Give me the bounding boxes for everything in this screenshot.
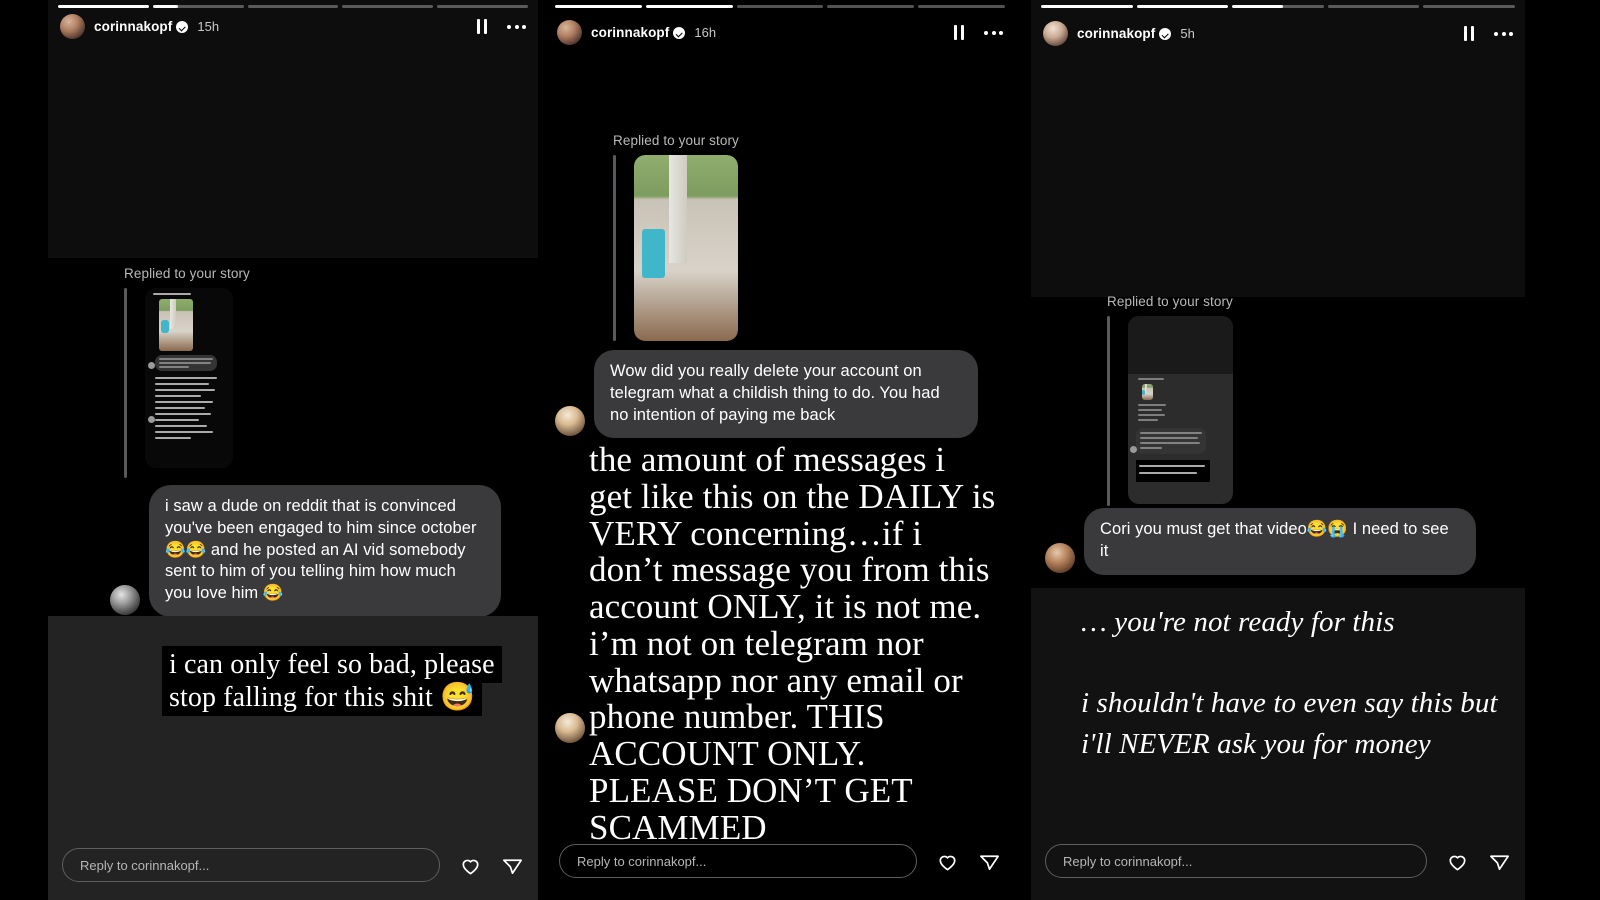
- incoming-message-row: Wow did you really delete your account o…: [555, 350, 1003, 439]
- username-label[interactable]: corinnakopf: [591, 25, 669, 40]
- caption-line-2: i shouldn't have to even say this but i'…: [1081, 687, 1498, 760]
- incoming-message-row: Cori you must get that video😂😭 I need to…: [1045, 508, 1511, 575]
- quoted-story-thumbnail[interactable]: [144, 288, 233, 468]
- progress-segment[interactable]: [1136, 5, 1229, 8]
- quoted-story-thumbnail[interactable]: [633, 155, 738, 341]
- timestamp-label: 5h: [1180, 26, 1195, 41]
- more-options-icon[interactable]: [507, 24, 526, 29]
- caption-text: i can only feel so bad, please stop fall…: [162, 646, 502, 717]
- pause-icon[interactable]: [476, 19, 487, 34]
- story-caption: i can only feel so bad, please stop fall…: [162, 646, 534, 717]
- story-progress-bars[interactable]: [1041, 5, 1515, 8]
- progress-segment[interactable]: [555, 5, 642, 8]
- timestamp-label: 16h: [694, 25, 717, 40]
- quoted-story-content: [144, 288, 233, 468]
- progress-segment[interactable]: [58, 5, 149, 8]
- reply-input[interactable]: [62, 848, 440, 882]
- quoted-story-thumbnail[interactable]: [1127, 316, 1233, 504]
- reply-footer: [62, 848, 524, 882]
- verified-badge-icon: [673, 26, 686, 39]
- reply-context-block: Replied to your story: [1107, 294, 1511, 506]
- stories-screen: corinnakopf 15h Replied to your story i …: [0, 0, 1600, 900]
- caption-line-1: … you're not ready for this: [1081, 606, 1395, 638]
- replied-to-story-label: Replied to your story: [124, 266, 250, 281]
- verified-badge-icon: [1159, 27, 1172, 40]
- story-panel-3[interactable]: corinnakopf 5h Replied to your story Cor…: [1031, 0, 1525, 900]
- story-progress-bars[interactable]: [555, 5, 1005, 8]
- like-icon[interactable]: [1446, 850, 1469, 873]
- progress-segment[interactable]: [645, 5, 733, 8]
- message-bubble[interactable]: Wow did you really delete your account o…: [594, 350, 978, 439]
- story-panel-1[interactable]: corinnakopf 15h Replied to your story i …: [48, 0, 538, 900]
- reply-input[interactable]: [559, 844, 917, 878]
- message-bubble[interactable]: i saw a dude on reddit that is convinced…: [149, 485, 501, 617]
- like-icon[interactable]: [459, 854, 482, 877]
- username-label[interactable]: corinnakopf: [1077, 26, 1155, 41]
- progress-segment[interactable]: [152, 5, 244, 8]
- quoted-story-photo: [633, 155, 738, 341]
- reply-input[interactable]: [1045, 844, 1427, 878]
- quoted-story-wrap: [124, 288, 522, 478]
- quoted-story-wrap: [613, 155, 1001, 341]
- quote-accent-bar: [124, 288, 127, 478]
- story-caption: the amount of messages i get like this o…: [589, 440, 997, 847]
- quoted-story-content: [1127, 316, 1233, 504]
- incoming-message-row: i saw a dude on reddit that is convinced…: [110, 485, 524, 617]
- progress-segment[interactable]: [1327, 5, 1420, 8]
- avatar[interactable]: [1043, 21, 1068, 46]
- story-caption: … you're not ready for this i shouldn't …: [1081, 605, 1511, 764]
- progress-segment[interactable]: [918, 5, 1005, 8]
- reply-context-block: Replied to your story: [613, 133, 1001, 341]
- like-icon[interactable]: [936, 850, 959, 873]
- reply-footer: [559, 844, 1001, 878]
- progress-segment[interactable]: [1423, 5, 1515, 8]
- sender-avatar[interactable]: [110, 584, 140, 615]
- avatar[interactable]: [557, 20, 582, 45]
- timestamp-label: 15h: [197, 19, 220, 34]
- quote-accent-bar: [613, 155, 616, 341]
- story-panel-2[interactable]: corinnakopf 16h Replied to your story Wo…: [545, 0, 1015, 900]
- caption-text: the amount of messages i get like this o…: [589, 440, 996, 847]
- more-options-icon[interactable]: [984, 30, 1003, 35]
- progress-segment[interactable]: [247, 5, 339, 8]
- more-options-icon[interactable]: [1494, 31, 1513, 36]
- quoted-story-wrap: [1107, 316, 1511, 506]
- reply-context-block: Replied to your story: [124, 266, 522, 478]
- story-header: corinnakopf 16h: [557, 20, 1003, 45]
- share-icon[interactable]: [1488, 850, 1511, 873]
- story-header: corinnakopf 5h: [1043, 21, 1513, 46]
- caption-sender-avatar[interactable]: [555, 713, 585, 743]
- progress-segment[interactable]: [1232, 5, 1324, 8]
- replied-to-story-label: Replied to your story: [613, 133, 739, 148]
- quote-accent-bar: [1107, 316, 1110, 506]
- story-progress-bars[interactable]: [58, 5, 528, 8]
- progress-segment[interactable]: [736, 5, 824, 8]
- pause-icon[interactable]: [1463, 26, 1474, 41]
- sender-avatar[interactable]: [1045, 542, 1075, 573]
- message-bubble[interactable]: Cori you must get that video😂😭 I need to…: [1084, 508, 1476, 575]
- replied-to-story-label: Replied to your story: [1107, 294, 1233, 309]
- username-label[interactable]: corinnakopf: [94, 19, 172, 34]
- progress-segment[interactable]: [437, 5, 528, 8]
- pause-icon[interactable]: [953, 25, 964, 40]
- progress-segment[interactable]: [827, 5, 915, 8]
- verified-badge-icon: [176, 20, 189, 33]
- progress-segment[interactable]: [1041, 5, 1133, 8]
- avatar[interactable]: [60, 14, 85, 39]
- progress-segment[interactable]: [342, 5, 434, 8]
- share-icon[interactable]: [978, 850, 1001, 873]
- story-header: corinnakopf 15h: [60, 14, 526, 39]
- sender-avatar[interactable]: [555, 406, 585, 437]
- reply-footer: [1045, 844, 1511, 878]
- share-icon[interactable]: [501, 854, 524, 877]
